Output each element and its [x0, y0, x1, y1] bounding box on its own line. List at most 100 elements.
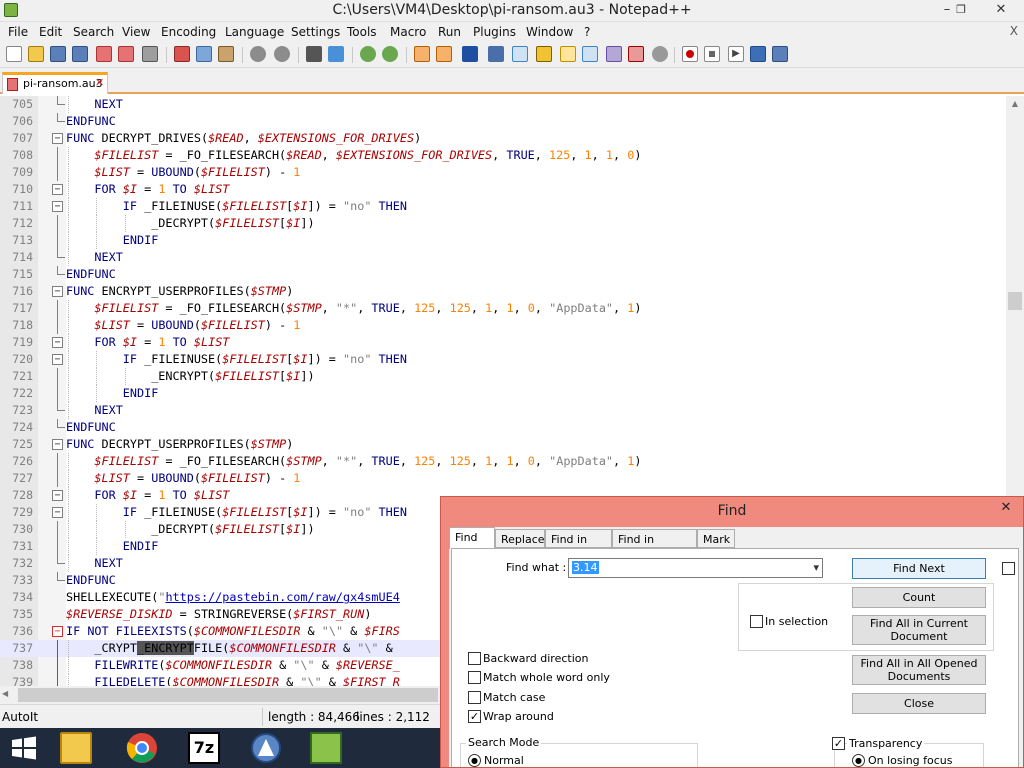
code-line[interactable]: 712 _DECRYPT($FILELIST[$I]) — [0, 215, 1006, 232]
code-line[interactable]: 724 ENDFUNC — [0, 419, 1006, 436]
code-line[interactable]: 719 − FOR $I = 1 TO $LIST — [0, 334, 1006, 351]
function-list-icon[interactable] — [582, 46, 598, 62]
menu-edit[interactable]: Edit — [39, 25, 62, 39]
code-line[interactable]: 713 ENDIF — [0, 232, 1006, 249]
macro-stop-icon[interactable] — [704, 46, 720, 62]
macro-run-multiple-icon[interactable] — [750, 46, 766, 62]
find-next-checkbox[interactable] — [1002, 562, 1015, 575]
close-all-icon[interactable] — [118, 46, 134, 62]
code-line[interactable]: 717 $FILELIST = _FO_FILESEARCH($STMP, "*"… — [0, 300, 1006, 317]
show-all-chars-icon[interactable] — [488, 46, 504, 62]
normal-radio[interactable]: ● — [468, 754, 481, 767]
code-line[interactable]: 706 ENDFUNC — [0, 113, 1006, 130]
vertical-scroll-thumb[interactable] — [1008, 292, 1022, 310]
code-line[interactable]: 722 ENDIF — [0, 385, 1006, 402]
indent-guide-icon[interactable] — [512, 46, 528, 62]
fold-toggle-icon[interactable]: − — [52, 490, 63, 501]
find-icon[interactable] — [306, 46, 322, 62]
code-line[interactable]: 716 − FUNC ENCRYPT_USERPROFILES($STMP) — [0, 283, 1006, 300]
fold-toggle-icon[interactable]: − — [52, 184, 63, 195]
undo-icon[interactable] — [250, 46, 266, 62]
scroll-up-icon[interactable]: ▲ — [1006, 96, 1024, 112]
code-line[interactable]: 725 − FUNC DECRYPT_USERPROFILES($STMP) — [0, 436, 1006, 453]
tab-find[interactable]: Find — [449, 527, 495, 549]
fold-toggle-icon[interactable]: − — [52, 337, 63, 348]
menu-language[interactable]: Language — [225, 25, 284, 39]
new-file-icon[interactable] — [6, 46, 22, 62]
code-line[interactable]: 723 NEXT — [0, 402, 1006, 419]
backward-direction-checkbox[interactable] — [468, 652, 481, 665]
replace-icon[interactable] — [328, 46, 344, 62]
7zip-icon[interactable]: 7z — [188, 732, 220, 764]
folder-as-workspace-icon[interactable] — [606, 46, 622, 62]
fold-toggle-icon[interactable]: − — [52, 626, 63, 637]
menu-encoding[interactable]: Encoding — [161, 25, 216, 39]
paste-icon[interactable] — [218, 46, 234, 62]
find-all-opened-documents-button[interactable]: Find All in All Opened Documents — [852, 655, 986, 685]
code-line[interactable]: 709 $LIST = UBOUND($FILELIST) - 1 — [0, 164, 1006, 181]
in-selection-checkbox[interactable] — [750, 615, 763, 628]
print-icon[interactable] — [142, 46, 158, 62]
zoom-in-icon[interactable] — [360, 46, 376, 62]
menu-file[interactable]: File — [8, 25, 28, 39]
zoom-out-icon[interactable] — [382, 46, 398, 62]
fold-toggle-icon[interactable]: − — [52, 507, 63, 518]
menu-window[interactable]: Window — [526, 25, 573, 39]
eye-icon[interactable] — [652, 46, 668, 62]
windows-start-icon[interactable] — [8, 732, 40, 764]
sync-horizontal-icon[interactable] — [436, 46, 452, 62]
code-line[interactable]: 721 _ENCRYPT($FILELIST[$I]) — [0, 368, 1006, 385]
code-line[interactable]: 720 − IF _FILEINUSE($FILELIST[$I]) = "no" … — [0, 351, 1006, 368]
chrome-icon[interactable] — [126, 732, 158, 764]
close-file-icon[interactable] — [96, 46, 112, 62]
menu-help[interactable]: ? — [584, 25, 590, 39]
fold-toggle-icon[interactable]: − — [52, 133, 63, 144]
code-line[interactable]: 718 $LIST = UBOUND($FILELIST) - 1 — [0, 317, 1006, 334]
code-line[interactable]: 708 $FILELIST = _FO_FILESEARCH($READ, $EX… — [0, 147, 1006, 164]
menu-settings[interactable]: Settings — [291, 25, 340, 39]
macro-record-icon[interactable] — [682, 46, 698, 62]
file-explorer-icon[interactable] — [60, 732, 92, 764]
menu-tools[interactable]: Tools — [347, 25, 377, 39]
fold-toggle-icon[interactable]: − — [52, 439, 63, 450]
fold-toggle-icon[interactable]: − — [52, 286, 63, 297]
save-all-icon[interactable] — [72, 46, 88, 62]
menu-run[interactable]: Run — [438, 25, 461, 39]
tab-find-in-files[interactable]: Find in Files — [545, 529, 612, 559]
wrap-around-checkbox[interactable]: ✓ — [468, 710, 481, 723]
close-button[interactable]: Close — [852, 693, 986, 714]
find-all-current-document-button[interactable]: Find All in Current Document — [852, 615, 986, 645]
match-whole-word-checkbox[interactable] — [468, 671, 481, 684]
doc-map-icon[interactable] — [560, 46, 576, 62]
notepadpp-taskbar-icon[interactable] — [310, 732, 342, 764]
macro-save-icon[interactable] — [772, 46, 788, 62]
code-line[interactable]: 711 − IF _FILEINUSE($FILELIST[$I]) = "no" … — [0, 198, 1006, 215]
chevron-down-icon[interactable]: ▾ — [813, 561, 819, 574]
save-icon[interactable] — [50, 46, 66, 62]
code-line[interactable]: 710 − FOR $I = 1 TO $LIST — [0, 181, 1006, 198]
redo-icon[interactable] — [274, 46, 290, 62]
tab-pi-ransom[interactable]: pi-ransom.au3 ✕ — [2, 72, 108, 94]
fold-toggle-icon[interactable]: − — [52, 354, 63, 365]
cut-icon[interactable] — [174, 46, 190, 62]
count-button[interactable]: Count — [852, 587, 986, 608]
tab-mark[interactable]: Mark — [697, 529, 735, 548]
code-line[interactable]: 714 NEXT — [0, 249, 1006, 266]
horizontal-scrollbar[interactable]: ◀ — [0, 686, 440, 704]
word-wrap-icon[interactable] — [462, 46, 478, 62]
open-file-icon[interactable] — [28, 46, 44, 62]
on-losing-focus-radio[interactable]: ● — [852, 754, 865, 767]
close-window-button[interactable]: ✕ — [986, 0, 1016, 20]
code-line[interactable]: 707 − FUNC DECRYPT_DRIVES($READ, $EXTENSIO… — [0, 130, 1006, 147]
code-line[interactable]: 705 NEXT — [0, 96, 1006, 113]
copy-icon[interactable] — [196, 46, 212, 62]
scroll-left-icon[interactable]: ◀ — [2, 689, 8, 698]
match-case-checkbox[interactable] — [468, 691, 481, 704]
transparency-checkbox[interactable]: ✓ — [832, 737, 845, 750]
code-line[interactable]: 727 $LIST = UBOUND($FILELIST) - 1 — [0, 470, 1006, 487]
menu-view[interactable]: View — [122, 25, 150, 39]
autoit-icon[interactable] — [250, 732, 282, 764]
restore-button[interactable]: ❐ — [946, 0, 976, 20]
find-next-button[interactable]: Find Next — [852, 558, 986, 579]
horizontal-scroll-thumb[interactable] — [18, 688, 438, 702]
